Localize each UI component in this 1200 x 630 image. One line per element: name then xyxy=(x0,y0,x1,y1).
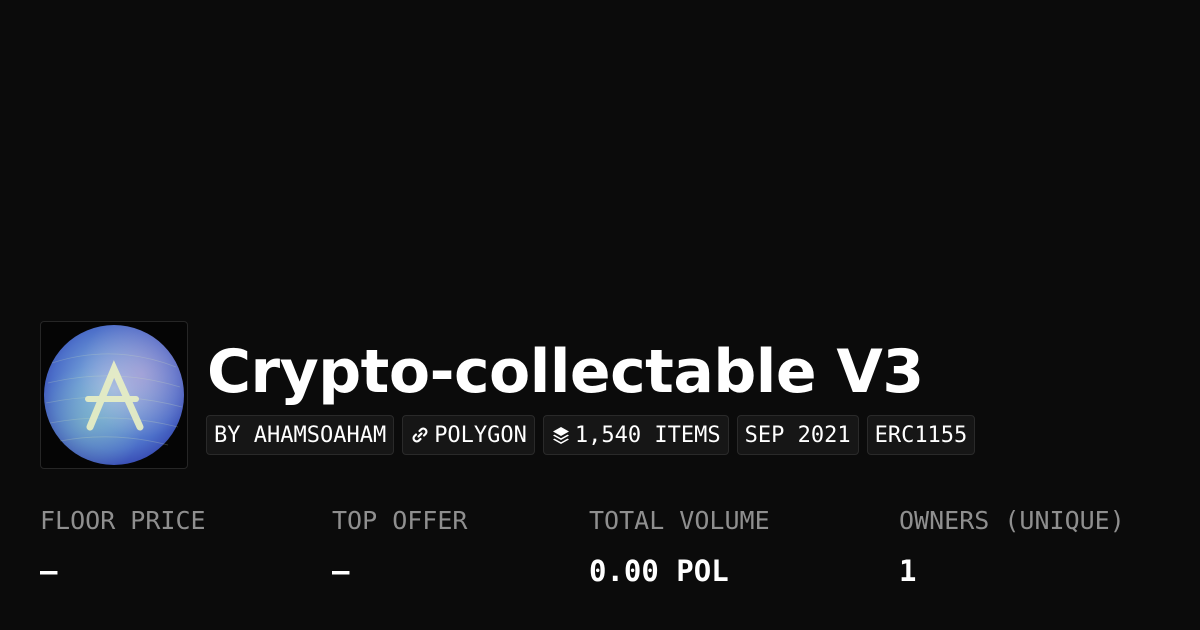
items-label: 1,540 ITEMS xyxy=(574,422,721,448)
standard-label: ERC1155 xyxy=(874,422,968,448)
date-badge: SEP 2021 xyxy=(736,415,859,455)
owners-value: 1 xyxy=(899,554,917,588)
top-offer-value: – xyxy=(332,554,350,588)
top-offer-stat: TOP OFFER – xyxy=(332,503,467,589)
total-volume-stat: TOTAL VOLUME 0.00 POL xyxy=(589,503,770,589)
layers-icon xyxy=(552,427,569,444)
total-volume-value: 0.00 POL xyxy=(589,554,729,588)
owners-stat: OWNERS (UNIQUE) 1 xyxy=(899,503,1125,589)
collection-avatar[interactable] xyxy=(40,321,188,469)
standard-badge: ERC1155 xyxy=(866,415,976,455)
items-badge[interactable]: 1,540 ITEMS xyxy=(542,415,729,455)
date-label: SEP 2021 xyxy=(744,422,851,448)
chain-badge[interactable]: POLYGON xyxy=(402,415,535,455)
total-volume-label: TOTAL VOLUME xyxy=(589,506,770,535)
creator-badge[interactable]: BY AHAMSOAHAM xyxy=(206,415,395,455)
collection-title: Crypto-collectable V3 xyxy=(207,337,924,407)
collection-stats: FLOOR PRICE – TOP OFFER – TOTAL VOLUME 0… xyxy=(0,503,1200,603)
floor-price-value: – xyxy=(40,554,58,588)
creator-label: BY AHAMSOAHAM xyxy=(214,422,387,448)
aave-logo-icon xyxy=(44,325,184,465)
chain-label: POLYGON xyxy=(434,422,527,448)
floor-price-stat: FLOOR PRICE – xyxy=(40,503,206,589)
collection-card: Crypto-collectable V3 BY AHAMSOAHAM POLY… xyxy=(0,0,1200,630)
owners-label: OWNERS (UNIQUE) xyxy=(899,506,1125,535)
floor-price-label: FLOOR PRICE xyxy=(40,506,206,535)
collection-badges: BY AHAMSOAHAM POLYGON 1,540 ITEMS SEP 20… xyxy=(206,415,976,455)
link-icon xyxy=(412,427,428,443)
top-offer-label: TOP OFFER xyxy=(332,506,468,535)
